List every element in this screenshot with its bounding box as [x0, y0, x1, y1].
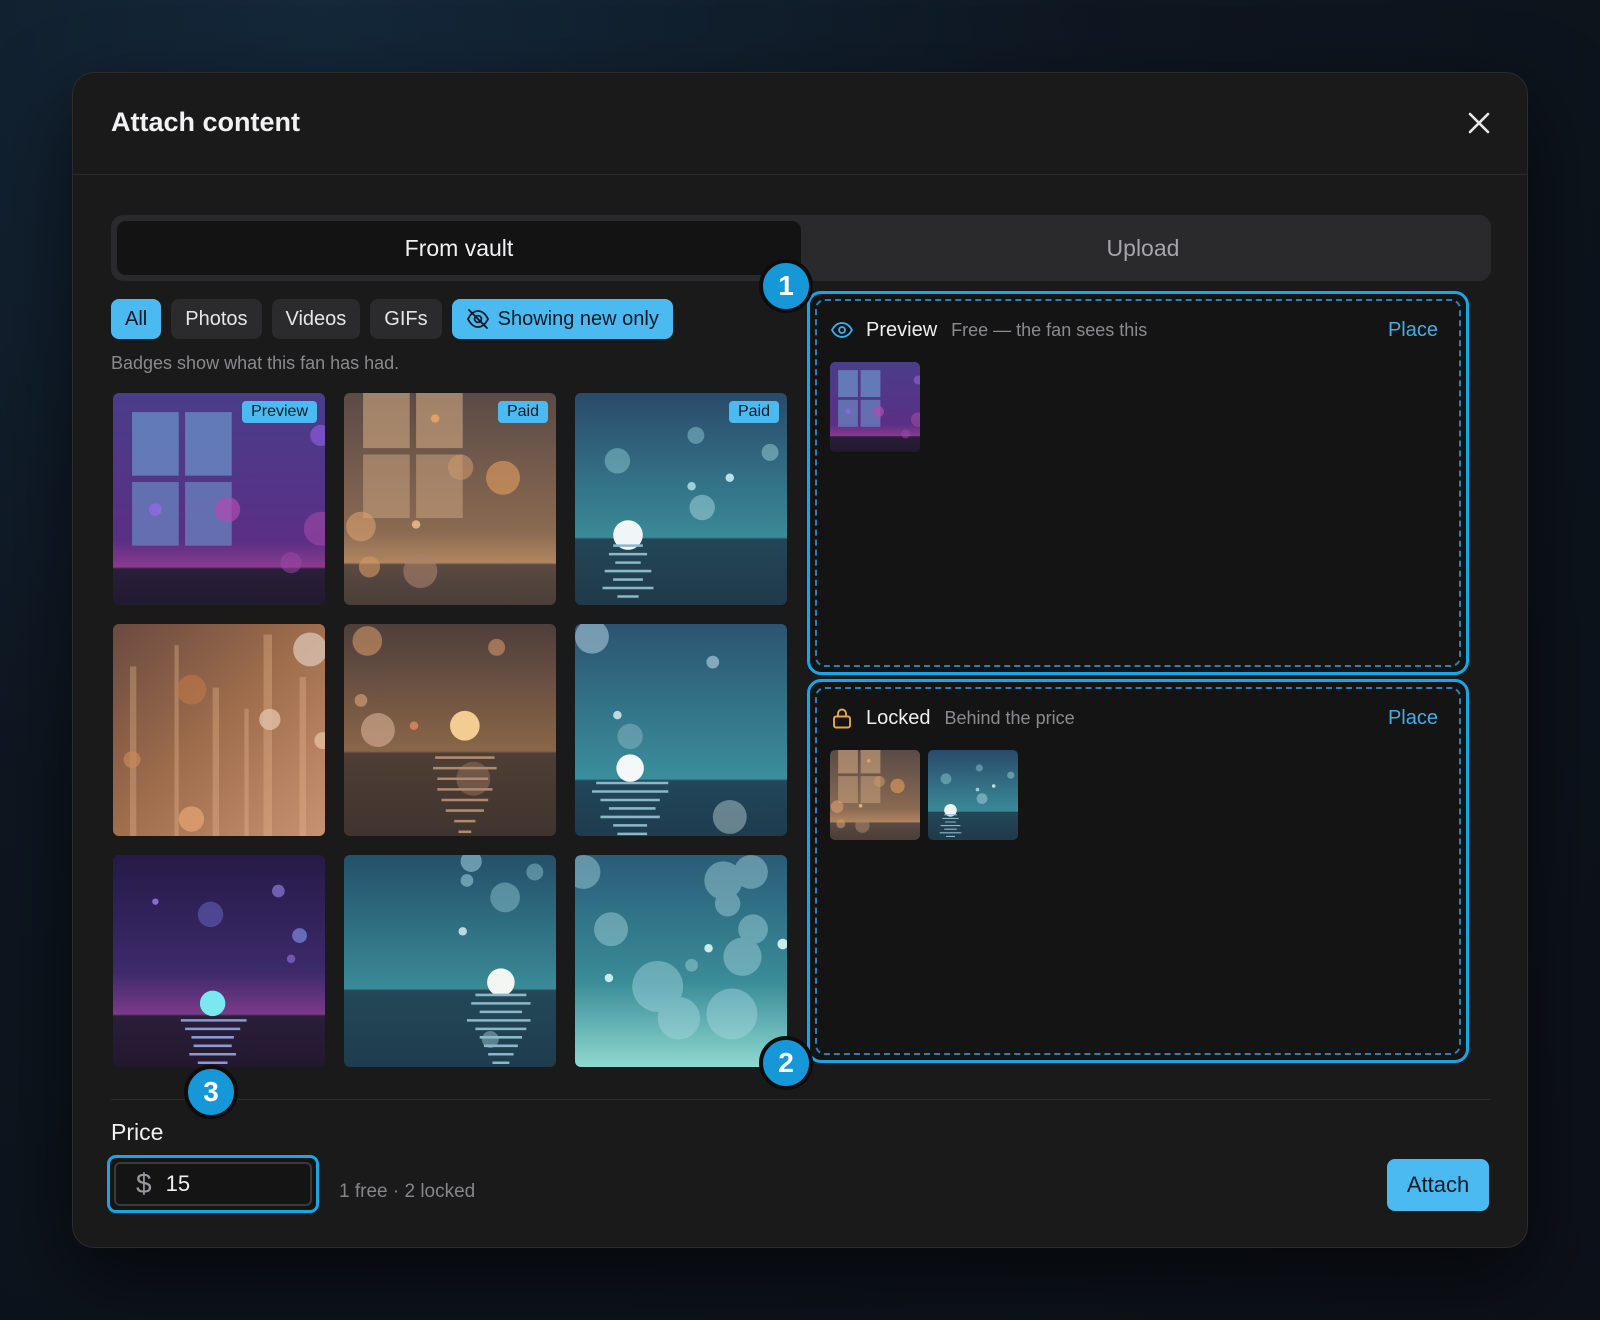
thumbnail-image — [344, 393, 556, 605]
vault-thumbnail[interactable] — [113, 855, 325, 1067]
thumbnail-image — [344, 624, 556, 836]
thumbnail-image — [928, 750, 1018, 840]
thumbnail-image — [830, 362, 920, 452]
vault-thumbnail[interactable]: Paid — [344, 393, 556, 605]
new-only-toggle[interactable]: Showing new only — [451, 299, 673, 339]
preview-zone-header: Preview Free — the fan sees this Place — [830, 318, 1438, 342]
modal-title: Attach content — [111, 107, 300, 137]
vault-grid: Preview Paid Paid — [113, 393, 787, 1067]
price-input[interactable] — [165, 1171, 286, 1197]
modal-header: Attach content — [73, 73, 1527, 175]
price-label: Price — [111, 1119, 164, 1145]
status-badge: Preview — [242, 401, 317, 423]
thumbnail-image — [575, 855, 787, 1067]
filter-photos-chip[interactable]: Photos — [171, 299, 262, 339]
new-only-label: Showing new only — [497, 307, 659, 330]
eye-off-icon — [466, 309, 489, 329]
filter-all-chip[interactable]: All — [111, 299, 162, 339]
locked-zone-item[interactable] — [928, 750, 1018, 840]
thumbnail-image — [575, 393, 787, 605]
vault-thumbnail[interactable]: Paid — [575, 393, 787, 605]
thumbnail-image — [113, 855, 325, 1067]
thumbnail-image — [113, 393, 325, 605]
lock-icon — [833, 708, 851, 729]
attach-content-modal: Attach content From vault Upload All Pho… — [72, 72, 1528, 1248]
preview-drop-zone[interactable]: Preview Free — the fan sees this Place — [807, 291, 1469, 675]
status-badge: Paid — [497, 401, 548, 423]
vault-thumbnail[interactable] — [575, 624, 787, 836]
preview-place-button[interactable]: Place — [1388, 319, 1438, 342]
vault-thumbnail[interactable] — [113, 624, 325, 836]
thumbnail-image — [830, 750, 920, 840]
status-badge: Paid — [728, 401, 779, 423]
filter-bar: All Photos Videos GIFs Showing new only — [111, 299, 673, 339]
step-marker-2: 2 — [759, 1036, 813, 1090]
tab-from-vault[interactable]: From vault — [117, 221, 801, 275]
locked-zone-items — [830, 750, 1018, 840]
preview-zone-title: Preview — [866, 318, 938, 341]
attach-button[interactable]: Attach — [1387, 1159, 1489, 1211]
price-field: $ — [107, 1155, 319, 1213]
preview-zone-subtitle: Free — the fan sees this — [951, 319, 1148, 340]
thumbnail-image — [113, 624, 325, 836]
badge-hint: Badges show what this fan has had. — [111, 353, 400, 373]
close-icon[interactable] — [1465, 109, 1493, 137]
preview-zone-item[interactable] — [830, 362, 920, 452]
dollar-icon: $ — [136, 1168, 152, 1199]
eye-icon — [830, 322, 854, 338]
tab-upload[interactable]: Upload — [801, 221, 1485, 275]
locked-place-button[interactable]: Place — [1388, 707, 1438, 730]
step-marker-3: 3 — [184, 1065, 238, 1119]
locked-zone-title: Locked — [866, 706, 931, 729]
thumbnail-image — [344, 855, 556, 1067]
vault-thumbnail[interactable]: Preview — [113, 393, 325, 605]
step-marker-1: 1 — [759, 259, 813, 313]
locked-zone-subtitle: Behind the price — [944, 707, 1075, 728]
thumbnail-image — [575, 624, 787, 836]
locked-zone-item[interactable] — [830, 750, 920, 840]
vault-thumbnail[interactable] — [575, 855, 787, 1067]
vault-thumbnail[interactable] — [344, 855, 556, 1067]
locked-drop-zone[interactable]: Locked Behind the price Place — [807, 679, 1469, 1063]
filter-gifs-chip[interactable]: GIFs — [370, 299, 442, 339]
preview-zone-items — [830, 362, 920, 452]
price-input-wrapper: $ — [114, 1162, 312, 1206]
locked-zone-header: Locked Behind the price Place — [830, 706, 1438, 730]
filter-videos-chip[interactable]: Videos — [271, 299, 361, 339]
footer-divider — [111, 1099, 1491, 1100]
attach-summary: 1 free · 2 locked — [339, 1181, 476, 1202]
vault-thumbnail[interactable] — [344, 624, 556, 836]
